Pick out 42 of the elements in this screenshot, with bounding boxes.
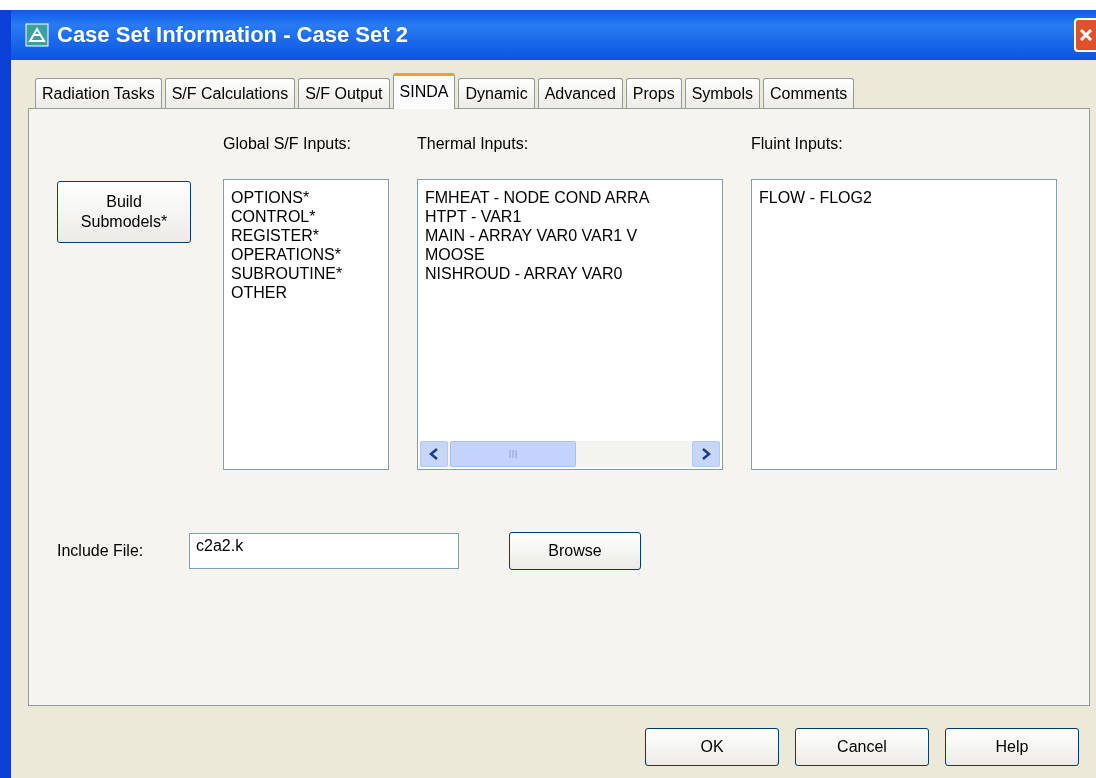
build-submodels-button[interactable]: Build Submodels*	[57, 181, 191, 243]
list-item[interactable]: MAIN - ARRAY VAR0 VAR1 V	[425, 226, 715, 245]
tab[interactable]: S/F Calculations	[164, 78, 296, 108]
close-icon	[1079, 28, 1093, 42]
window-title: Case Set Information - Case Set 2	[57, 22, 408, 48]
tab[interactable]: S/F Output	[298, 78, 390, 108]
list-item[interactable]: SUBROUTINE*	[231, 264, 381, 283]
list-label: Thermal Inputs:	[417, 135, 530, 154]
list-item[interactable]: OPTIONS*	[231, 188, 381, 207]
tab[interactable]: Comments	[763, 78, 855, 108]
list-item[interactable]: MOOSE	[425, 245, 715, 264]
dialog-button[interactable]: Cancel	[795, 728, 929, 766]
list-item[interactable]: FMHEAT - NODE COND ARRA	[425, 188, 715, 207]
tab[interactable]: Radiation Tasks	[35, 78, 162, 108]
list-item[interactable]: CONTROL*	[231, 207, 381, 226]
input-list[interactable]: FLOW - FLOG2	[751, 179, 1057, 470]
close-button[interactable]	[1074, 18, 1096, 52]
tab[interactable]: Dynamic	[458, 78, 535, 108]
list-label: Global S/F Inputs:	[223, 135, 353, 154]
input-list[interactable]: OPTIONS* CONTROL* REGISTER* OPERATIONS* SUBROUTINE* OTHER	[223, 179, 389, 470]
tab[interactable]: SINDA	[392, 73, 456, 109]
app-icon	[25, 23, 49, 47]
list-item[interactable]: NISHROUD - ARRAY VAR0	[425, 264, 715, 283]
tab[interactable]: Symbols	[684, 78, 760, 108]
tab[interactable]: Props	[625, 78, 682, 108]
scroll-thumb[interactable]	[450, 441, 576, 467]
include-file-field[interactable]: c2a2.k	[189, 533, 459, 569]
horizontal-scrollbar[interactable]	[420, 441, 720, 467]
include-file-label: Include File:	[57, 542, 145, 560]
list-item[interactable]: OTHER	[231, 283, 381, 302]
scroll-right-icon[interactable]	[692, 441, 720, 467]
list-item[interactable]: FLOW - FLOG2	[759, 188, 1049, 207]
dialog-button[interactable]: OK	[645, 728, 779, 766]
list-item[interactable]: OPERATIONS*	[231, 245, 381, 264]
input-list[interactable]: FMHEAT - NODE COND ARRA HTPT - VAR1 MAIN - ARRAY VAR0 VAR1 V MOOSE NISHROUD - ARRAY VAR0	[417, 179, 723, 470]
dialog-button[interactable]: Help	[945, 728, 1079, 766]
tab[interactable]: Advanced	[537, 78, 623, 108]
browse-button[interactable]: Browse	[509, 532, 641, 570]
list-item[interactable]: REGISTER*	[231, 226, 381, 245]
list-item[interactable]: HTPT - VAR1	[425, 207, 715, 226]
list-label: Fluint Inputs:	[751, 135, 844, 154]
scroll-left-icon[interactable]	[420, 441, 448, 467]
